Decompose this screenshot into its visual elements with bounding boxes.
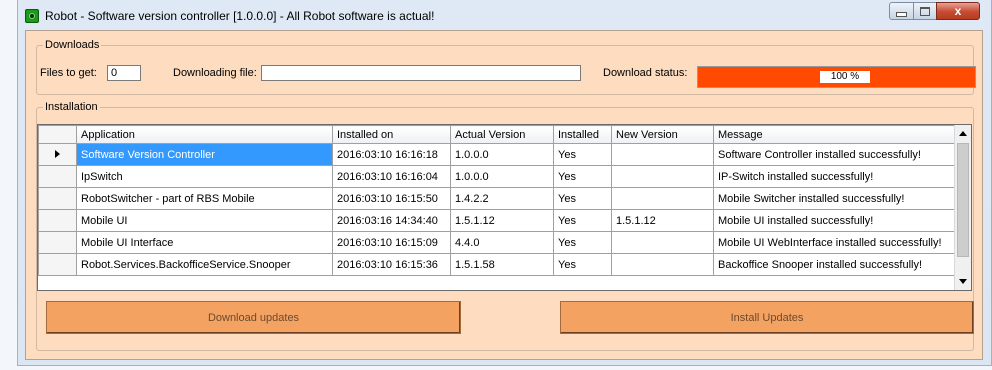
row-header[interactable] (38, 143, 77, 166)
table-cell[interactable]: IpSwitch (76, 165, 333, 188)
install-updates-button[interactable]: Install Updates (560, 301, 974, 334)
maximize-button[interactable] (913, 2, 937, 20)
installation-legend: Installation (45, 101, 98, 113)
title-bar[interactable]: Robot - Software version controller [1.0… (18, 0, 991, 30)
table-cell[interactable]: 2016:03:16 14:34:40 (332, 209, 451, 232)
table-cell[interactable]: Mobile Switcher installed successfully! (713, 187, 957, 210)
scroll-up-button[interactable] (955, 125, 971, 142)
window-title: Robot - Software version controller [1.0… (45, 9, 435, 23)
column-header-installed[interactable]: Installed (553, 125, 612, 144)
installation-grid[interactable]: Application Installed on Actual Version … (37, 124, 972, 291)
table-cell[interactable] (611, 187, 714, 210)
minimize-icon (896, 11, 907, 17)
table-row[interactable]: Mobile UI Interface 2016:03:10 16:15:09 … (38, 231, 957, 254)
download-progress-text: 100 % (820, 71, 870, 83)
table-cell[interactable]: 2016:03:10 16:16:04 (332, 165, 451, 188)
table-cell[interactable]: IP-Switch installed successfully! (713, 165, 957, 188)
current-row-arrow-icon (55, 149, 60, 158)
scroll-up-icon (959, 131, 967, 136)
table-cell[interactable]: 2016:03:10 16:15:50 (332, 187, 451, 210)
robot-app-icon (25, 9, 39, 23)
scroll-thumb[interactable] (957, 143, 969, 257)
table-cell[interactable]: Software Controller installed successful… (713, 143, 957, 166)
close-button[interactable]: x (936, 2, 980, 20)
table-row[interactable]: IpSwitch 2016:03:10 16:16:04 1.0.0.0 Yes… (38, 165, 957, 188)
table-row[interactable]: RobotSwitcher - part of RBS Mobile 2016:… (38, 187, 957, 210)
close-icon: x (954, 4, 962, 18)
download-updates-button[interactable]: Download updates (46, 301, 461, 334)
installation-table: Application Installed on Actual Version … (38, 125, 957, 276)
download-status-label: Download status: (603, 67, 688, 79)
table-cell[interactable]: 1.0.0.0 (450, 165, 554, 188)
table-row[interactable]: Robot.Services.BackofficeService.Snooper… (38, 253, 957, 276)
column-header-installed-on[interactable]: Installed on (332, 125, 451, 144)
app-window: Robot - Software version controller [1.0… (17, 0, 992, 366)
column-header-message[interactable]: Message (713, 125, 957, 144)
table-cell[interactable]: Yes (553, 187, 612, 210)
table-cell[interactable]: Yes (553, 253, 612, 276)
table-cell[interactable]: 4.4.0 (450, 231, 554, 254)
files-to-get-input[interactable] (107, 65, 141, 81)
downloading-file-input[interactable] (261, 65, 581, 81)
table-cell[interactable]: 2016:03:10 16:16:18 (332, 143, 451, 166)
table-cell[interactable]: Mobile UI installed successfully! (713, 209, 957, 232)
downloads-legend: Downloads (45, 39, 100, 51)
table-cell[interactable]: 2016:03:10 16:15:36 (332, 253, 451, 276)
column-header-actual-version[interactable]: Actual Version (450, 125, 554, 144)
table-cell[interactable]: Backoffice Snooper installed successfull… (713, 253, 957, 276)
table-cell[interactable] (611, 231, 714, 254)
main-panel: Downloads Files to get: Downloading file… (25, 30, 983, 360)
row-header[interactable] (38, 253, 77, 276)
table-cell[interactable]: Robot.Services.BackofficeService.Snooper (76, 253, 333, 276)
row-header[interactable] (38, 231, 77, 254)
table-cell[interactable] (611, 165, 714, 188)
table-row[interactable]: Software Version Controller 2016:03:10 1… (38, 143, 957, 166)
download-progress-bar: 100 % (697, 66, 976, 88)
grid-vertical-scrollbar[interactable] (954, 125, 971, 290)
table-cell[interactable] (611, 143, 714, 166)
minimize-button[interactable] (889, 2, 914, 20)
files-to-get-label: Files to get: (40, 67, 97, 79)
table-cell[interactable]: 1.4.2.2 (450, 187, 554, 210)
table-cell[interactable]: 2016:03:10 16:15:09 (332, 231, 451, 254)
table-cell[interactable]: 1.0.0.0 (450, 143, 554, 166)
table-cell[interactable]: 1.5.1.58 (450, 253, 554, 276)
scroll-down-icon (959, 279, 967, 284)
table-row[interactable]: Mobile UI 2016:03:16 14:34:40 1.5.1.12 Y… (38, 209, 957, 232)
table-cell[interactable]: Mobile UI (76, 209, 333, 232)
table-cell[interactable] (611, 253, 714, 276)
maximize-icon (920, 6, 930, 16)
row-header[interactable] (38, 209, 77, 232)
row-header[interactable] (38, 187, 77, 210)
table-cell[interactable]: 1.5.1.12 (450, 209, 554, 232)
table-cell[interactable]: Yes (553, 143, 612, 166)
row-header[interactable] (38, 165, 77, 188)
table-cell[interactable]: RobotSwitcher - part of RBS Mobile (76, 187, 333, 210)
table-cell[interactable]: Software Version Controller (76, 143, 333, 166)
table-cell[interactable]: Yes (553, 209, 612, 232)
table-cell[interactable]: 1.5.1.12 (611, 209, 714, 232)
table-cell[interactable]: Mobile UI Interface (76, 231, 333, 254)
table-cell[interactable]: Mobile UI WebInterface installed success… (713, 231, 957, 254)
downloading-file-label: Downloading file: (173, 67, 257, 79)
table-cell[interactable]: Yes (553, 165, 612, 188)
column-header-application[interactable]: Application (76, 125, 333, 144)
scroll-down-button[interactable] (955, 273, 971, 290)
table-header-row: Application Installed on Actual Version … (38, 125, 957, 144)
column-header-new-version[interactable]: New Version (611, 125, 714, 144)
row-header-corner (38, 125, 77, 144)
table-cell[interactable]: Yes (553, 231, 612, 254)
